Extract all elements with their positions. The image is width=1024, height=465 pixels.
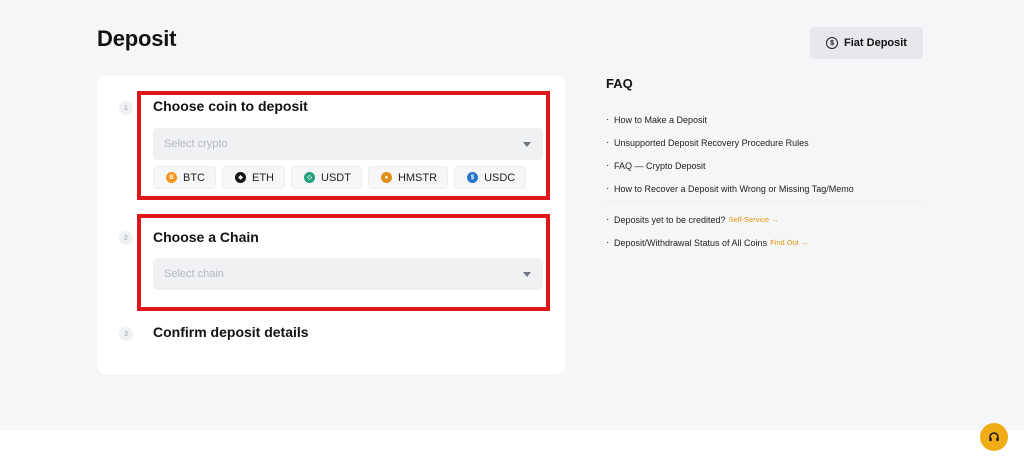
faq-link-text: How to Make a Deposit — [614, 114, 708, 125]
support-chat-button[interactable] — [980, 423, 1008, 451]
faq-link-text: Unsupported Deposit Recovery Procedure R… — [614, 137, 809, 148]
step-3-number: 3 — [119, 327, 133, 341]
step-2-number: 2 — [119, 231, 133, 245]
faq-link-text: FAQ — Crypto Deposit — [614, 160, 706, 171]
fiat-deposit-button[interactable]: $ Fiat Deposit — [810, 27, 923, 59]
faq-title: FAQ — [606, 76, 633, 91]
footer-band — [0, 430, 1024, 465]
fiat-currency-icon: $ — [826, 37, 839, 49]
faq-list: · How to Make a Deposit · Unsupported Depo… — [606, 108, 854, 200]
faq-extra-list: · Deposits yet to be credited? Self-Serv… — [606, 208, 808, 254]
highlight-box-step-1 — [137, 91, 550, 200]
bullet-icon: · — [606, 236, 610, 248]
faq-link-text: How to Recover a Deposit with Wrong or M… — [614, 183, 854, 194]
fiat-deposit-label: Fiat Deposit — [844, 37, 907, 49]
bullet-icon: · — [606, 182, 610, 194]
faq-extra-item: · Deposits yet to be credited? Self-Serv… — [606, 208, 808, 231]
faq-extra-item: · Deposit/Withdrawal Status of All Coins… — [606, 231, 808, 254]
find-out-link[interactable]: Find Out → — [770, 238, 808, 247]
step-3-title: Confirm deposit details — [153, 324, 309, 340]
bullet-icon: · — [606, 113, 610, 125]
faq-divider — [606, 201, 923, 202]
page-title: Deposit — [97, 26, 177, 51]
bullet-icon: · — [606, 136, 610, 148]
faq-extra-text: Deposits yet to be credited? — [614, 214, 726, 225]
bullet-icon: · — [606, 159, 610, 171]
headset-icon — [989, 432, 999, 441]
faq-link[interactable]: · How to Make a Deposit — [606, 108, 854, 131]
faq-link[interactable]: · FAQ — Crypto Deposit — [606, 154, 854, 177]
faq-link[interactable]: · How to Recover a Deposit with Wrong or … — [606, 177, 854, 200]
step-1-number: 1 — [119, 101, 133, 115]
self-service-link[interactable]: Self-Service → — [729, 215, 779, 224]
faq-link[interactable]: · Unsupported Deposit Recovery Procedure … — [606, 131, 854, 154]
faq-extra-text: Deposit/Withdrawal Status of All Coins — [614, 237, 768, 248]
highlight-box-step-2 — [137, 214, 550, 311]
bullet-icon: · — [606, 213, 610, 225]
